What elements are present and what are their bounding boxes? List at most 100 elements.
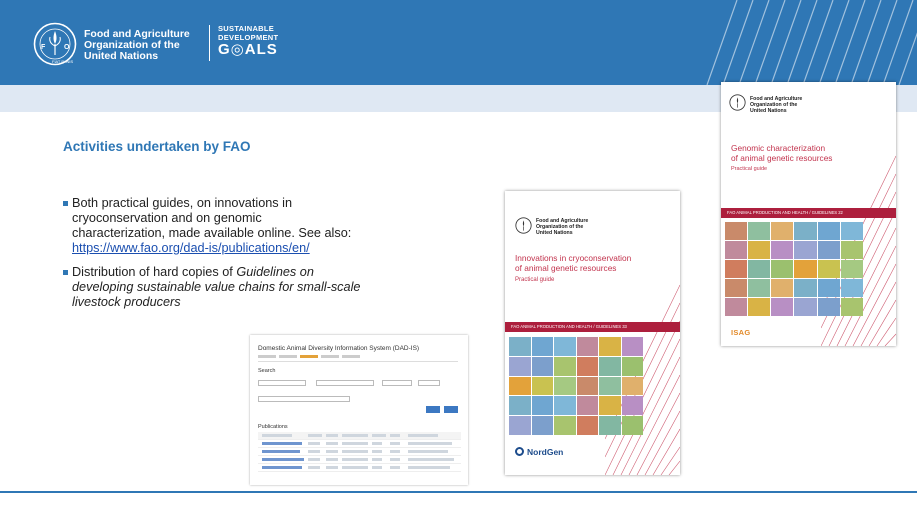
bullet-text-line: cryoconservation and on genomic (72, 211, 262, 225)
dadis-publications-table (258, 432, 461, 472)
fao-emblem-icon: F O FIAT PANIS (33, 22, 77, 66)
dadis-nav (258, 355, 458, 362)
bullet-text-italic: Guidelines on (236, 265, 314, 279)
animal-tile (840, 279, 863, 297)
animal-tile (531, 337, 553, 356)
animal-tile (748, 279, 771, 297)
animal-tile (621, 396, 643, 416)
animal-tile (817, 298, 840, 316)
table-row (258, 456, 461, 464)
dadis-region-select (258, 380, 306, 386)
animal-tile (509, 337, 531, 356)
animal-tile (840, 260, 863, 278)
animal-tile (725, 260, 748, 278)
animal-tile (794, 241, 817, 259)
header-divider (209, 25, 210, 61)
animal-tile (771, 298, 794, 316)
animal-tile (531, 356, 553, 376)
header-band: F O FIAT PANIS Food and Agriculture Orga… (0, 0, 917, 85)
dadis-screenshot: Domestic Animal Diversity Information Sy… (250, 335, 468, 485)
animal-tile (599, 356, 621, 376)
dadis-strategic-input (258, 396, 350, 402)
animal-tile (576, 416, 598, 435)
dadis-nav-item (279, 355, 297, 358)
svg-text:O: O (64, 44, 70, 51)
book-cover-cryoconservation: Food and Agriculture Organization of the U… (505, 191, 680, 475)
dadis-search-heading: Search (258, 368, 276, 374)
sdg-goals-word: G◎ALS (218, 41, 278, 58)
animal-tile (509, 396, 531, 416)
footer-divider-line (0, 491, 917, 493)
table-row (258, 440, 461, 448)
dadis-search-form (258, 378, 460, 421)
animal-tile (621, 416, 643, 435)
animal-tile (794, 222, 817, 240)
diagonal-lines-decoration (706, 0, 917, 85)
publications-link[interactable]: https://www.fao.org/dad-is/publications/… (72, 241, 483, 256)
animal-tile (771, 279, 794, 297)
book-series-band: FAO ANIMAL PRODUCTION AND HEALTH / GUIDE… (505, 322, 680, 332)
dadis-filter-button (426, 406, 440, 413)
animal-tile (554, 337, 576, 356)
animal-tile (794, 260, 817, 278)
bullet-item: Both practical guides, on innovations in… (63, 196, 483, 256)
animal-tile (509, 356, 531, 376)
animal-tile (576, 396, 598, 416)
dadis-nav-item (321, 355, 339, 358)
animal-tile (725, 279, 748, 297)
animal-tile (599, 396, 621, 416)
animal-tile (794, 298, 817, 316)
animal-tile (748, 298, 771, 316)
animal-tile (599, 376, 621, 396)
dadis-year-from-input (382, 380, 412, 386)
sdg-logo: SUSTAINABLE DEVELOPMENT G◎ALS (218, 24, 278, 58)
table-row (258, 464, 461, 472)
book-subtitle: Practical guide (731, 166, 768, 172)
bullet-text-italic: developing sustainable value chains for … (72, 280, 361, 294)
animal-tile-grid (509, 337, 643, 435)
dadis-reset-button (444, 406, 458, 413)
isag-logo: ISAG (731, 328, 751, 337)
bullet-text-regular: Distribution of hard copies of (72, 265, 237, 279)
fao-emblem-icon (729, 94, 746, 111)
fao-organization-name: Food and Agriculture Organization of the… (84, 29, 190, 62)
animal-tile (576, 376, 598, 396)
svg-text:FIAT PANIS: FIAT PANIS (52, 59, 73, 64)
book-title: Genomic characterization of animal geneti… (731, 143, 833, 163)
dadis-publications-heading: Publications (258, 424, 288, 430)
animal-tile (817, 279, 840, 297)
animal-tile (576, 356, 598, 376)
animal-tile (599, 416, 621, 435)
bullet-list: Both practical guides, on innovations in… (63, 196, 483, 319)
table-row (258, 448, 461, 456)
animal-tile (554, 356, 576, 376)
animal-tile (771, 222, 794, 240)
animal-tile (725, 241, 748, 259)
animal-tile (531, 396, 553, 416)
slide: F O FIAT PANIS Food and Agriculture Orga… (0, 0, 917, 523)
dadis-nav-item (342, 355, 360, 358)
animal-tile (840, 241, 863, 259)
animal-tile (748, 241, 771, 259)
animal-tile (509, 376, 531, 396)
book-cover-genomic: Food and Agriculture Organization of the U… (721, 82, 896, 346)
bullet-text-line: characterization, made available online.… (72, 226, 352, 240)
animal-tile (817, 222, 840, 240)
animal-tile (771, 260, 794, 278)
animal-tile (771, 241, 794, 259)
animal-tile (817, 241, 840, 259)
animal-tile (599, 337, 621, 356)
book-series-band: FAO ANIMAL PRODUCTION AND HEALTH / GUIDE… (721, 208, 896, 218)
animal-tile (576, 337, 598, 356)
table-row (258, 432, 461, 440)
animal-tile (621, 356, 643, 376)
dadis-species-input (316, 380, 374, 386)
animal-tile (725, 298, 748, 316)
animal-tile (794, 279, 817, 297)
dadis-nav-item (300, 355, 318, 358)
animal-tile (531, 376, 553, 396)
book-subtitle: Practical guide (515, 277, 555, 283)
animal-tile (621, 376, 643, 396)
bullet-text-line: Both practical guides, on innovations in (72, 196, 293, 210)
animal-tile (509, 416, 531, 435)
